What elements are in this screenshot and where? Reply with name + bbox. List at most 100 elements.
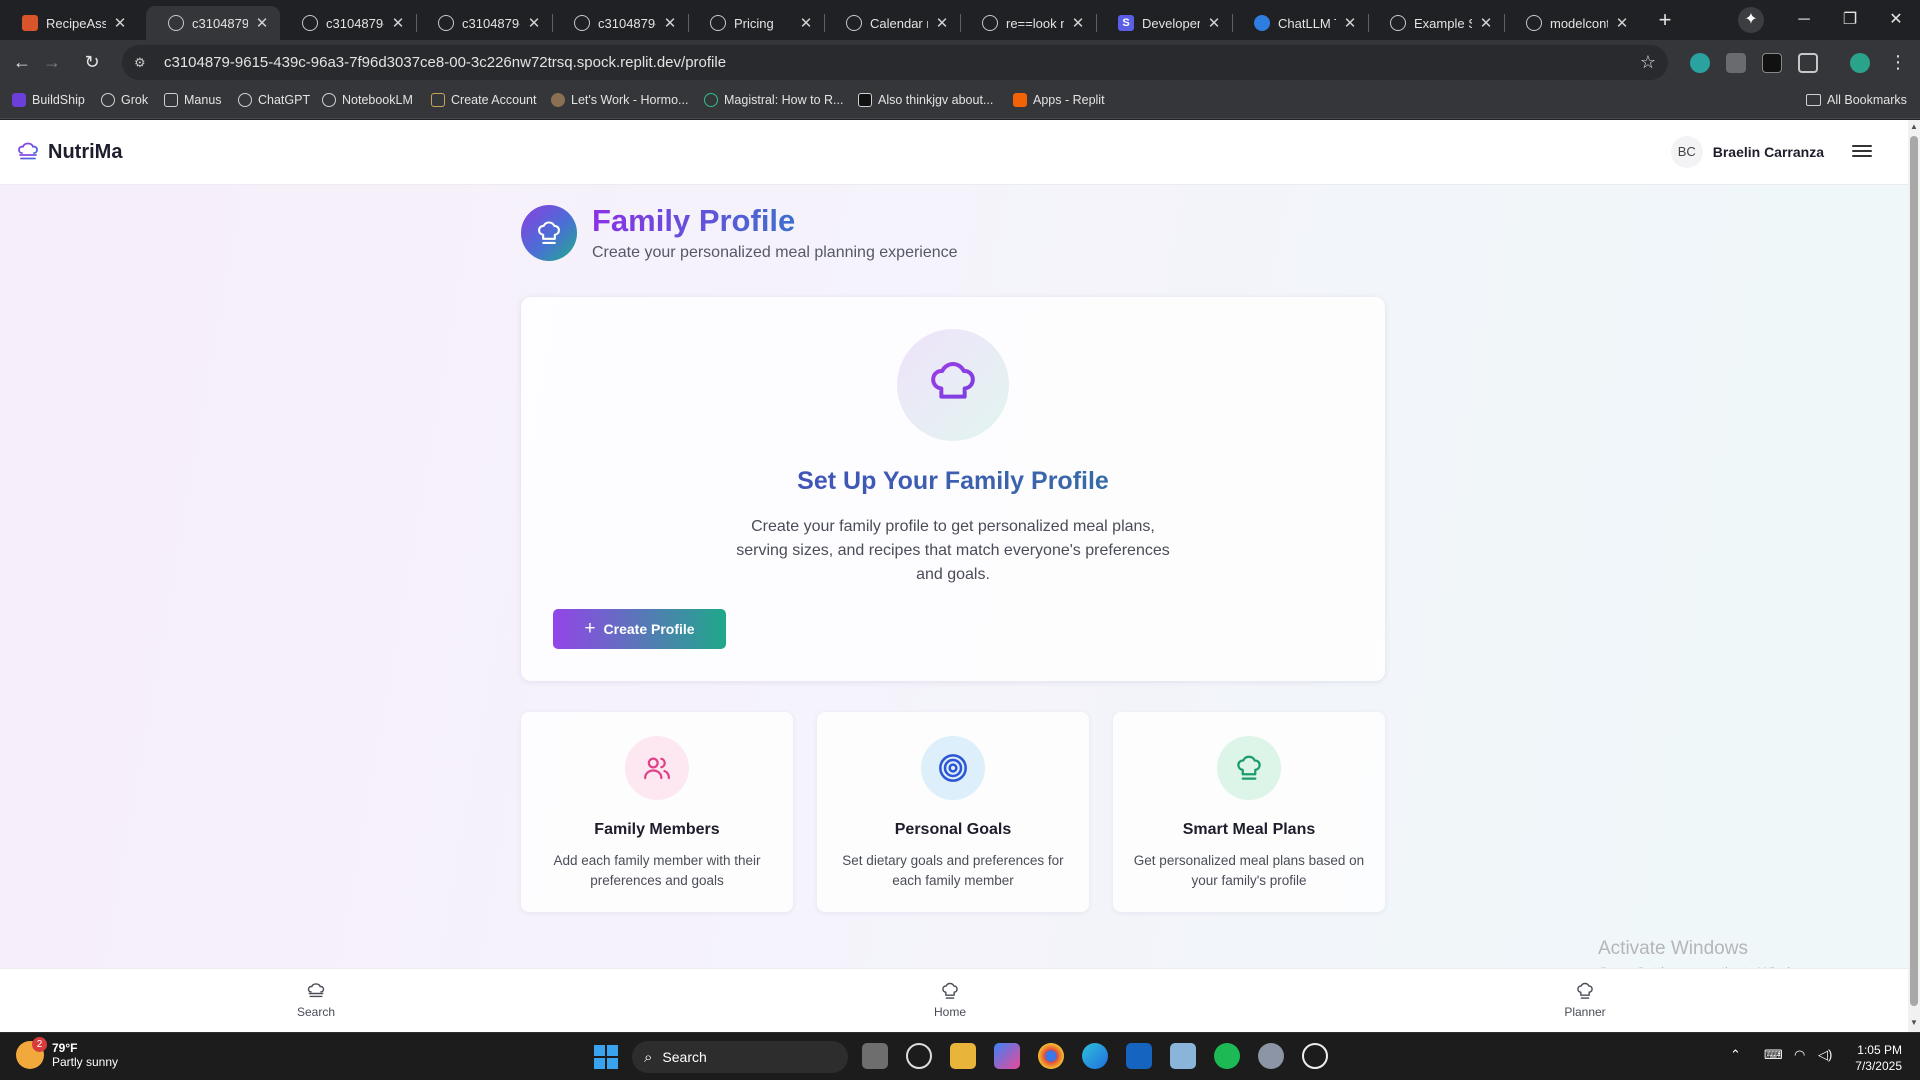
profile-hat-icon <box>521 205 577 261</box>
taskbar-clock[interactable]: 1:05 PM 7/3/2025 <box>1855 1042 1902 1074</box>
copilot-icon[interactable] <box>994 1043 1020 1069</box>
close-tab-icon[interactable]: ✕ <box>1206 14 1222 32</box>
browser-tab[interactable]: ChatLLM Te✕ <box>1232 6 1368 40</box>
nav-home[interactable]: Home <box>910 981 990 1019</box>
bookmark-item[interactable]: Magistral: How to R... <box>704 93 843 107</box>
spotify-icon[interactable] <box>1214 1043 1240 1069</box>
close-tab-icon[interactable]: ✕ <box>1478 14 1494 32</box>
more-menu-icon[interactable]: ⋮ <box>1884 48 1912 76</box>
forward-button[interactable]: → <box>38 48 66 76</box>
scrollbar-thumb[interactable] <box>1910 136 1918 1006</box>
tray-chevron-icon[interactable]: ⌃ <box>1730 1047 1741 1063</box>
browser-tab[interactable]: re==look n ✕ <box>960 6 1096 40</box>
weather-widget[interactable]: 2 79°F Partly sunny <box>16 1037 118 1069</box>
task-view-icon[interactable] <box>862 1043 888 1069</box>
close-tab-icon[interactable]: ✕ <box>1070 14 1086 32</box>
setup-profile-card: Set Up Your Family Profile Create your f… <box>521 297 1385 681</box>
extension-icon[interactable] <box>1726 53 1746 73</box>
browser-tab[interactable]: c3104879-9✕ <box>416 6 552 40</box>
chrome-icon[interactable] <box>1038 1043 1064 1069</box>
file-explorer-icon[interactable] <box>950 1043 976 1069</box>
outlook-icon[interactable] <box>1126 1043 1152 1069</box>
close-tab-icon[interactable]: ✕ <box>254 14 270 32</box>
address-bar[interactable]: ⚙ c3104879-9615-439c-96a3-7f96d3037ce8-0… <box>122 45 1668 80</box>
close-tab-icon[interactable]: ✕ <box>1342 14 1358 32</box>
gemini-icon[interactable]: ✦ <box>1738 7 1764 33</box>
app-icon[interactable] <box>906 1043 932 1069</box>
hormozi-icon <box>551 93 565 107</box>
browser-tab[interactable]: modelconte✕ <box>1504 6 1640 40</box>
wifi-icon[interactable]: ◠ <box>1794 1047 1805 1063</box>
taskbar-search[interactable]: ⌕ Search <box>632 1041 848 1073</box>
bookmark-item[interactable]: ChatGPT <box>238 93 310 107</box>
browser-tab-active[interactable]: c3104879-9✕ <box>146 6 280 40</box>
minimize-button[interactable]: ─ <box>1782 6 1826 34</box>
browser-tab[interactable]: S Developers✕ <box>1096 6 1232 40</box>
setup-title: Set Up Your Family Profile <box>521 467 1385 496</box>
close-tab-icon[interactable]: ✕ <box>526 14 542 32</box>
reload-button[interactable]: ↻ <box>78 48 106 76</box>
browser-tab[interactable]: Example Se✕ <box>1368 6 1504 40</box>
avatar[interactable]: BC <box>1670 136 1703 168</box>
bookmark-item[interactable]: Let's Work - Hormo... <box>551 93 688 107</box>
chef-hat-icon <box>942 982 958 999</box>
browser-toolbar: ← → ↻ ⚙ c3104879-9615-439c-96a3-7f96d303… <box>0 40 1920 85</box>
url-text[interactable]: c3104879-9615-439c-96a3-7f96d3037ce8-00-… <box>164 54 726 71</box>
bookmark-star-icon[interactable]: ☆ <box>1640 52 1656 73</box>
back-button[interactable]: ← <box>8 48 36 76</box>
nav-planner[interactable]: Planner <box>1545 981 1625 1019</box>
browser-tab[interactable]: c3104879-9✕ <box>280 6 416 40</box>
edge-icon[interactable] <box>1082 1043 1108 1069</box>
scroll-up-icon[interactable]: ▲ <box>1908 122 1920 134</box>
settings-icon[interactable] <box>1258 1043 1284 1069</box>
nav-search[interactable]: Search <box>276 981 356 1019</box>
site-info-icon[interactable]: ⚙ <box>134 55 154 71</box>
feature-title: Family Members <box>594 821 720 838</box>
weather-sun-icon: 2 <box>16 1037 47 1069</box>
close-tab-icon[interactable]: ✕ <box>1614 14 1630 32</box>
bookmark-item[interactable]: Apps - Replit <box>1013 93 1105 107</box>
notification-badge: 2 <box>32 1037 47 1052</box>
close-tab-icon[interactable]: ✕ <box>662 14 678 32</box>
chef-hat-icon <box>897 329 1009 441</box>
feature-description: Add each family member with their prefer… <box>553 853 761 888</box>
new-tab-button[interactable]: + <box>1652 8 1678 34</box>
photos-icon[interactable] <box>1170 1043 1196 1069</box>
restore-button[interactable]: ❐ <box>1828 6 1872 34</box>
page-scrollbar[interactable]: ▲ ▼ <box>1908 120 1920 1032</box>
browser-tab[interactable]: Pricing ✕ <box>688 6 824 40</box>
brand-logo[interactable]: NutriMa <box>16 140 122 164</box>
keyboard-icon[interactable]: ⌨ <box>1764 1047 1783 1063</box>
brand-name: NutriMa <box>48 140 123 163</box>
browser-tab[interactable]: Calendar ra✕ <box>824 6 960 40</box>
profile-avatar-icon[interactable] <box>1850 53 1870 73</box>
volume-icon[interactable]: ◁) <box>1818 1047 1832 1063</box>
puzzle-icon[interactable] <box>1798 53 1818 73</box>
globe-icon <box>168 15 184 31</box>
browser-tabstrip: RecipeAssist✕ c3104879-9✕ c3104879-9✕ c3… <box>0 0 1920 40</box>
buildship-icon <box>12 93 26 107</box>
bookmark-item[interactable]: Also thinkjgv about... <box>858 93 993 107</box>
bookmark-item[interactable]: Manus <box>164 93 222 107</box>
close-tab-icon[interactable]: ✕ <box>934 14 950 32</box>
bookmark-item[interactable]: Create Account <box>431 93 536 107</box>
user-menu[interactable]: BC Braelin Carranza <box>1670 136 1824 168</box>
bookmark-item[interactable]: Grok <box>101 93 148 107</box>
chatgpt-app-icon[interactable] <box>1302 1043 1328 1069</box>
close-window-button[interactable]: ✕ <box>1874 6 1918 34</box>
replit-icon <box>1013 93 1027 107</box>
bookmark-item[interactable]: NotebookLM <box>322 93 413 107</box>
browser-tab[interactable]: c3104879-9✕ <box>552 6 688 40</box>
close-tab-icon[interactable]: ✕ <box>112 14 128 32</box>
extension-icon[interactable] <box>1762 53 1782 73</box>
bookmark-item[interactable]: BuildShip <box>12 93 85 107</box>
close-tab-icon[interactable]: ✕ <box>390 14 406 32</box>
browser-tab[interactable]: RecipeAssist✕ <box>0 6 138 40</box>
hamburger-menu-icon[interactable] <box>1852 142 1872 160</box>
scroll-down-icon[interactable]: ▼ <box>1908 1018 1920 1030</box>
start-button[interactable] <box>594 1045 618 1069</box>
close-tab-icon[interactable]: ✕ <box>798 14 814 32</box>
extension-icon[interactable] <box>1690 53 1710 73</box>
create-profile-button[interactable]: + Create Profile <box>553 609 726 649</box>
all-bookmarks-button[interactable]: All Bookmarks <box>1806 93 1907 107</box>
